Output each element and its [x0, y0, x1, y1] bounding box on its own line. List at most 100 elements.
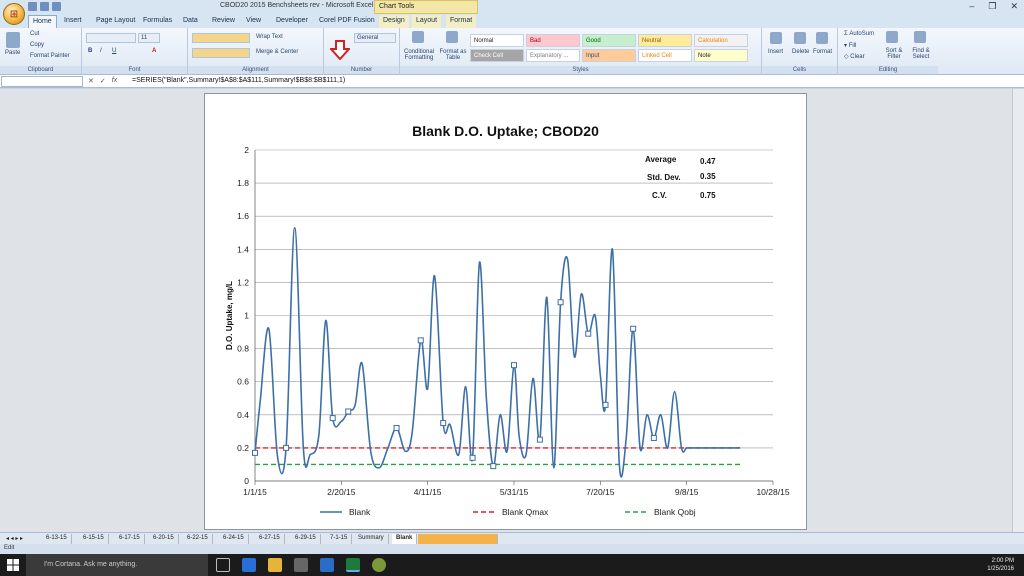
redo-icon[interactable] [52, 2, 61, 11]
format-painter-button[interactable]: Format Painter [30, 53, 70, 59]
outlook-icon[interactable] [320, 558, 334, 572]
sheet-tab-summary[interactable]: Summary [354, 534, 389, 544]
cell-style-good[interactable]: Good [582, 34, 636, 47]
cut-button[interactable]: Cut [30, 31, 39, 37]
alignment-group-label: Alignment [188, 66, 323, 74]
cell-style-linked-cell[interactable]: Linked Cell [638, 49, 692, 62]
number-format-select[interactable]: General [354, 33, 396, 43]
format-as-table-button[interactable]: Format as Table [438, 49, 468, 61]
editing-group-label: Editing [838, 66, 938, 74]
clear-label: Clear [850, 54, 865, 60]
start-button[interactable] [0, 554, 26, 576]
minimize-icon[interactable]: – [969, 1, 974, 12]
font-group-label: Font [82, 66, 187, 74]
tab-insert[interactable]: Insert [60, 15, 86, 28]
paste-icon[interactable] [6, 32, 20, 48]
find-select-icon [914, 31, 926, 43]
x-tick-label: 9/8/15 [675, 487, 699, 497]
conditional-formatting-button[interactable]: Conditional Formatting [402, 49, 436, 61]
calculator-icon[interactable] [294, 558, 308, 572]
cell-style-neutral[interactable]: Neutral [638, 34, 692, 47]
tab-format[interactable]: Format [446, 15, 477, 28]
format-cells-button[interactable]: Format [813, 49, 832, 55]
sheet-tab-6-24-15[interactable]: 6-24-15 [219, 534, 249, 544]
tab-page-layout[interactable]: Page Layout [92, 15, 139, 28]
autosum-button[interactable]: Σ AutoSum [844, 31, 874, 37]
tab-formulas[interactable]: Formulas [139, 15, 176, 28]
number-group-label: Number [324, 66, 399, 74]
edge-icon[interactable] [242, 558, 256, 572]
name-box[interactable] [1, 76, 83, 87]
sheet-tab-6-29-15[interactable]: 6-29-15 [291, 534, 321, 544]
data-point-marker [557, 299, 564, 306]
cell-style-note[interactable]: Note [694, 49, 748, 62]
formula-input[interactable]: =SERIES("Blank",Summary!$A$8:$A$111,Summ… [132, 77, 345, 84]
save-icon[interactable] [28, 2, 37, 11]
fill-button[interactable]: ▾ Fill [844, 42, 856, 49]
close-icon[interactable]: ✕ [1010, 1, 1018, 12]
font-name-select[interactable] [86, 33, 136, 43]
quick-access-toolbar [28, 2, 61, 11]
font-size-select[interactable]: 11 [138, 33, 160, 43]
delete-cells-button[interactable]: Delete [792, 49, 809, 55]
sheet-tab-6-27-15[interactable]: 6-27-15 [255, 534, 285, 544]
sheet-tab-blank[interactable]: Blank [392, 534, 418, 544]
tab-data[interactable]: Data [179, 15, 202, 28]
sort-filter-button[interactable]: Sort & Filter [882, 48, 906, 60]
cell-style-check-cell[interactable]: Check Cell [470, 49, 524, 62]
tab-view[interactable]: View [242, 15, 265, 28]
excel-icon[interactable] [346, 558, 360, 572]
font-color-button[interactable]: A [152, 48, 156, 54]
align-top-buttons[interactable] [192, 33, 250, 43]
tab-design[interactable]: Design [379, 15, 409, 28]
cell-style-bad[interactable]: Bad [526, 34, 580, 47]
sheet-tab-6-15-15[interactable]: 6-15-15 [79, 534, 109, 544]
insert-function-button[interactable]: fx [112, 77, 117, 85]
app-icon[interactable] [372, 558, 386, 572]
vertical-scrollbar[interactable] [1012, 89, 1024, 532]
paste-button[interactable]: Paste [5, 50, 20, 56]
cortana-search[interactable]: I'm Cortana. Ask me anything. [26, 554, 208, 576]
chart-plot: 0 0.2 0.4 0.6 0.8 1 1.2 1.4 1.6 1.8 2 1/1/15 2/20/15… [225, 145, 790, 517]
wrap-text-button[interactable]: Wrap Text [256, 34, 283, 40]
merge-center-button[interactable]: Merge & Center [256, 49, 298, 55]
tab-corel-pdf-fusion[interactable]: Corel PDF Fusion [315, 15, 379, 28]
tab-home[interactable]: Home [28, 15, 57, 28]
system-clock[interactable]: 2:00 PM 1/25/2016 [987, 557, 1014, 573]
find-select-button[interactable]: Find & Select [908, 48, 934, 60]
undo-icon[interactable] [40, 2, 49, 11]
insert-cells-button[interactable]: Insert [768, 49, 783, 55]
enter-icon[interactable]: ✓ [100, 77, 106, 85]
italic-button[interactable]: I [100, 48, 102, 54]
cell-style-input[interactable]: Input [582, 49, 636, 62]
sheet-tab-6-13-15[interactable]: 6-13-15 [42, 534, 72, 544]
copy-button[interactable]: Copy [30, 42, 44, 48]
sheet-tab-6-20-15[interactable]: 6-20-15 [149, 534, 179, 544]
y-tick-label: 0.2 [237, 443, 249, 453]
chart-object[interactable]: Blank D.O. Uptake; CBOD20 Average 0.47 S… [204, 93, 807, 530]
tab-review[interactable]: Review [208, 15, 239, 28]
sheet-tab-7-1-15[interactable]: 7-1-15 [326, 534, 353, 544]
clear-button[interactable]: ◇ Clear [844, 53, 865, 60]
office-button[interactable]: ⊞ [3, 3, 25, 25]
bold-button[interactable]: B [88, 48, 92, 54]
sheet-nav-buttons[interactable]: ◂ ◂ ▸ ▸ [2, 534, 27, 544]
align-horizontal-buttons[interactable] [192, 48, 250, 58]
data-point-marker [585, 330, 592, 337]
cancel-icon[interactable]: ✕ [88, 77, 94, 85]
restore-icon[interactable]: ❐ [988, 1, 996, 12]
sheet-tab-highlighted[interactable] [418, 534, 498, 544]
tab-layout[interactable]: Layout [412, 15, 442, 28]
cell-style-calculation[interactable]: Calculation [694, 34, 748, 47]
task-view-icon[interactable] [216, 558, 230, 572]
file-explorer-icon[interactable] [268, 558, 282, 572]
data-point-marker [252, 449, 258, 456]
tab-developer[interactable]: Developer [272, 15, 312, 28]
cell-style-normal[interactable]: Normal [470, 34, 524, 47]
underline-button[interactable]: U [112, 48, 116, 54]
sheet-tab-6-22-15[interactable]: 6-22-15 [183, 534, 213, 544]
sheet-tab-6-17-15[interactable]: 6-17-15 [115, 534, 145, 544]
data-point-marker [469, 454, 476, 461]
cell-style-explanatory[interactable]: Explanatory ... [526, 49, 580, 62]
delete-cells-icon [794, 32, 806, 44]
